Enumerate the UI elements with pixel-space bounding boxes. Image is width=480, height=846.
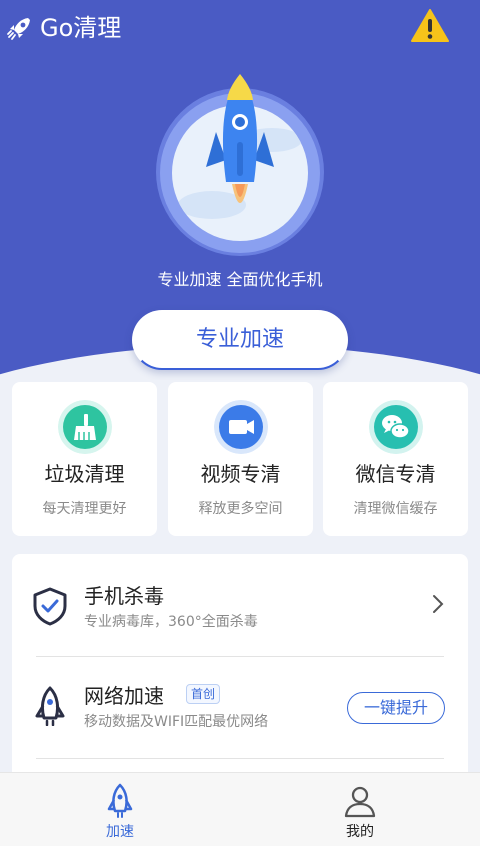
broom-icon [58, 400, 112, 454]
user-icon [344, 786, 376, 818]
divider [36, 758, 444, 759]
pro-boost-button[interactable]: 专业加速 [132, 310, 348, 370]
video-icon [214, 400, 268, 454]
hero-section: Go清理 专业加速 全面优化手机 专业加速 [0, 0, 480, 380]
feature-list: 手机杀毒 专业病毒库，360°全面杀毒 网络加速 首创 移动数据及WIFI匹配最… [12, 554, 468, 784]
card-title: 垃圾清理 [44, 462, 125, 486]
row-title: 网络加速 [84, 684, 164, 708]
one-click-boost-button[interactable]: 一键提升 [347, 692, 445, 724]
warning-icon[interactable] [411, 8, 449, 44]
tab-label: 加速 [106, 824, 134, 840]
app-header: Go清理 [0, 0, 480, 56]
card-subtitle: 清理微信缓存 [353, 501, 438, 517]
list-item-network-boost[interactable]: 网络加速 首创 移动数据及WIFI匹配最优网络 一键提升 [12, 554, 468, 730]
wechat-icon [369, 400, 423, 454]
rocket-illustration-icon [206, 74, 274, 203]
card-wechat-clean[interactable]: 微信专清 清理微信缓存 [323, 382, 468, 536]
card-junk-clean[interactable]: 垃圾清理 每天清理更好 [12, 382, 157, 536]
card-video-clean[interactable]: 视频专清 释放更多空间 [168, 382, 313, 536]
tab-label: 我的 [346, 824, 374, 840]
bottom-tabbar: 加速 我的 [0, 772, 480, 846]
hero-tagline: 专业加速 全面优化手机 [157, 270, 323, 289]
card-title: 视频专清 [200, 462, 281, 486]
divider [36, 656, 444, 657]
card-subtitle: 释放更多空间 [198, 501, 283, 517]
card-subtitle: 每天清理更好 [42, 501, 127, 517]
rocket-logo-icon [7, 18, 30, 40]
app-title: Go清理 [40, 14, 122, 42]
tab-mine[interactable]: 我的 [240, 773, 480, 846]
first-badge: 首创 [186, 684, 221, 704]
rocket-tab-icon [107, 783, 133, 818]
rocket-outline-icon [35, 686, 65, 726]
card-title: 微信专清 [355, 462, 436, 486]
tab-boost[interactable]: 加速 [0, 773, 240, 846]
row-subtitle: 移动数据及WIFI匹配最优网络 [84, 714, 269, 730]
